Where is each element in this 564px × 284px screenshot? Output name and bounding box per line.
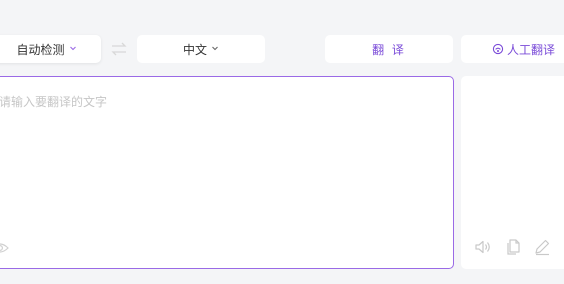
source-text-input[interactable] (0, 77, 453, 268)
target-language-label: 中文 (182, 42, 207, 57)
source-language-select[interactable]: 自动检测 (0, 35, 101, 63)
speaker-icon[interactable] (474, 238, 492, 256)
chevron-down-icon (69, 46, 76, 51)
source-text-panel (0, 76, 454, 269)
translation-result-panel (461, 76, 564, 269)
edit-pencil-icon[interactable] (533, 238, 551, 256)
chevron-down-icon (212, 46, 218, 51)
copy-icon[interactable] (504, 238, 522, 256)
human-translate-label: 人工翻译 (507, 42, 556, 57)
translate-button[interactable]: 翻 译 (325, 35, 453, 63)
eye-icon[interactable] (0, 240, 9, 256)
human-translate-icon (492, 43, 504, 55)
swap-arrows-icon[interactable] (110, 41, 128, 57)
human-translate-button[interactable]: 人工翻译 (461, 35, 564, 63)
translate-button-label: 翻 译 (372, 42, 406, 57)
translator-page: 自动检测 中文 翻 译 人工翻译 (0, 0, 564, 284)
target-language-select[interactable]: 中文 (137, 35, 265, 63)
source-language-label: 自动检测 (16, 42, 65, 57)
